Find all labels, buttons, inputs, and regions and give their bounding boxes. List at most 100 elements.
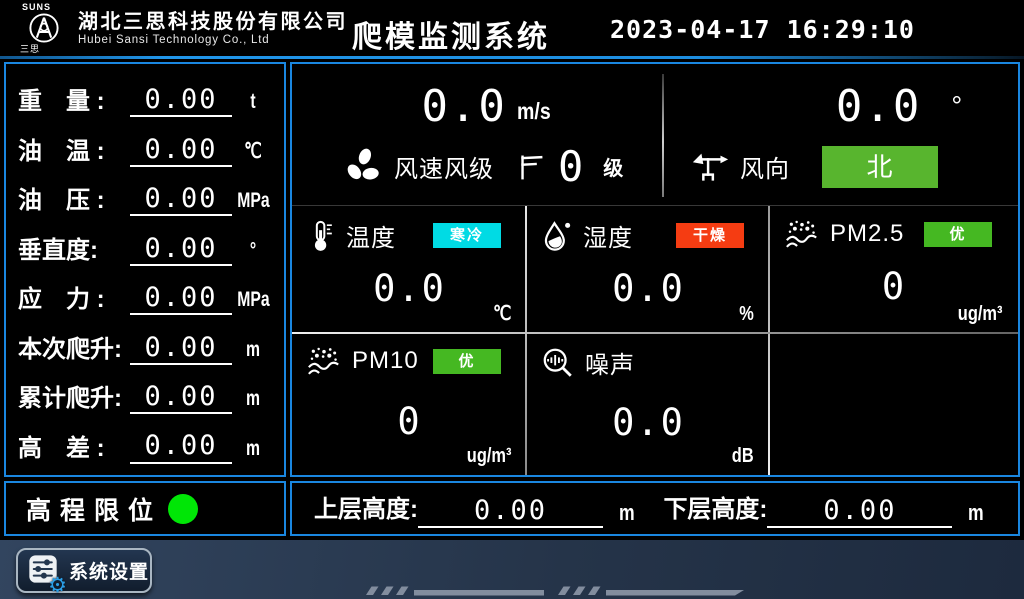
- metric-label: 高 差 :: [18, 434, 130, 464]
- sensor-grid: 温度 寒冷 0.0 ℃ 湿度 干燥 0.0 %: [292, 205, 1018, 475]
- thermometer-icon: [306, 219, 336, 253]
- sensor-label: 湿度: [583, 218, 633, 253]
- sensor-cell-pm10: PM10 优 0 ug/m³: [292, 333, 527, 475]
- sensor-value: 0.0: [541, 253, 756, 327]
- wind-direction-value: 0.0: [836, 86, 921, 128]
- noise-icon: [541, 346, 575, 380]
- metric-unit: m: [237, 338, 269, 362]
- metric-label: 重 量 :: [18, 87, 130, 117]
- sensor-label: PM2.5: [830, 220, 904, 248]
- lower-height-unit: m: [968, 500, 984, 526]
- metric-label: 本次爬升:: [18, 335, 130, 365]
- sensor-cell-pm25: PM2.5 优 0 ug/m³: [770, 206, 1018, 333]
- wind-direction-badge: 北: [822, 146, 938, 188]
- sensor-cell-temperature: 温度 寒冷 0.0 ℃: [292, 206, 527, 333]
- header-divider: [0, 56, 1024, 59]
- company-name-block: 湖北三思科技股份有限公司 Hubei Sansi Technology Co.,…: [78, 11, 348, 46]
- settings-button[interactable]: ⚙ 系统设置: [16, 548, 152, 593]
- app-header: SUNS 三思 湖北三思科技股份有限公司 Hubei Sansi Technol…: [0, 0, 1024, 56]
- sensor-status-badge: 干燥: [676, 223, 744, 248]
- grid-divider-vertical: [768, 206, 770, 475]
- metric-row-stress: 应 力 : 0.00 MPa: [18, 271, 274, 315]
- metric-value: 0.00: [130, 282, 232, 315]
- metrics-panel: 重 量 : 0.00 t 油 温 : 0.00 ℃ 油 压 : 0.00 MPa…: [4, 62, 286, 477]
- sensor-unit: dB: [732, 445, 754, 468]
- metric-value: 0.00: [130, 430, 232, 463]
- grid-divider-vertical: [525, 206, 527, 475]
- sensor-status-badge: 寒冷: [433, 223, 501, 248]
- lower-height-label: 下层高度:: [663, 489, 767, 524]
- wind-direction-block: 0.0 ° 风向 北: [664, 64, 1018, 205]
- logo-suns-text: SUNS: [22, 2, 51, 12]
- particles-icon: [306, 345, 342, 377]
- metric-row-current-climb: 本次爬升: 0.00 m: [18, 321, 274, 365]
- metric-label: 油 压 :: [18, 186, 130, 216]
- metric-row-oil-temp: 油 温 : 0.00 ℃: [18, 123, 274, 167]
- sensor-label: 噪声: [585, 345, 635, 380]
- sensor-value: 0.0: [541, 380, 756, 469]
- sensor-unit: %: [739, 303, 754, 326]
- settings-sliders-icon: ⚙: [26, 554, 60, 588]
- sensor-status-badge: 优: [924, 222, 992, 247]
- metric-value: 0.00: [130, 84, 232, 117]
- sensor-label: 温度: [346, 218, 396, 253]
- wind-level-label: 风速风级: [394, 149, 494, 184]
- page-title: 爬模监测系统: [352, 12, 550, 56]
- lower-height-item: 下层高度: 0.00 m: [663, 489, 988, 528]
- sensor-unit: ug/m³: [957, 303, 1002, 326]
- metric-value: 0.00: [130, 332, 232, 365]
- metric-unit: m: [237, 437, 269, 461]
- humidity-icon: [541, 219, 573, 253]
- wind-flag-icon: [516, 152, 544, 182]
- lower-height-value: 0.00: [767, 496, 952, 528]
- wind-vane-icon: [690, 150, 730, 184]
- metric-value: 0.00: [130, 233, 232, 266]
- footer-decoration: [352, 584, 752, 596]
- wind-direction-label: 风向: [740, 149, 790, 184]
- company-name-en: Hubei Sansi Technology Co., Ltd: [78, 34, 348, 46]
- logo-sansi-text: 三思: [20, 42, 40, 55]
- metric-unit: MPa: [237, 189, 269, 213]
- wind-speed-block: 0.0 m/s 风速风级: [292, 64, 662, 205]
- wind-level-unit: 级: [603, 152, 623, 181]
- metric-label: 应 力 :: [18, 285, 130, 315]
- wind-speed-value: 0.0: [421, 86, 506, 128]
- sensor-cell-empty: [770, 333, 1018, 475]
- footer-bar: ⚙ 系统设置: [0, 540, 1024, 599]
- elevation-limit-label: 高程限位: [26, 491, 162, 527]
- upper-height-item: 上层高度: 0.00 m: [314, 489, 639, 528]
- sensor-unit: ug/m³: [466, 445, 511, 468]
- climbing-formwork-monitor-screen: SUNS 三思 湖北三思科技股份有限公司 Hubei Sansi Technol…: [0, 0, 1024, 599]
- datetime-display: 2023-04-17 16:29:10: [610, 15, 915, 44]
- metric-row-oil-pressure: 油 压 : 0.00 MPa: [18, 172, 274, 216]
- upper-height-label: 上层高度:: [314, 489, 418, 524]
- metric-unit: ℃: [237, 139, 269, 164]
- sensor-value: 0.0: [306, 253, 513, 327]
- upper-height-value: 0.00: [418, 496, 603, 528]
- metric-unit: °: [237, 239, 269, 263]
- metric-label: 垂直度:: [18, 236, 130, 266]
- metric-value: 0.00: [130, 183, 232, 216]
- sensor-cell-noise: 噪声 0.0 dB: [527, 333, 770, 475]
- settings-button-label: 系统设置: [69, 557, 149, 584]
- metric-label: 油 温 :: [18, 137, 130, 167]
- sensor-status-badge: 优: [433, 349, 501, 374]
- company-logo: SUNS 三思: [12, 2, 76, 55]
- sensor-unit: ℃: [493, 301, 511, 326]
- particles-icon: [784, 218, 820, 250]
- metric-label: 累计爬升:: [18, 384, 130, 414]
- sensor-cell-humidity: 湿度 干燥 0.0 %: [527, 206, 770, 333]
- metric-unit: m: [237, 387, 269, 411]
- environment-panel: 0.0 m/s 风速风级: [290, 62, 1020, 477]
- wind-speed-unit: m/s: [517, 98, 551, 125]
- status-indicator: [168, 494, 198, 524]
- metric-row-verticality: 垂直度: 0.00 °: [18, 222, 274, 266]
- grid-divider-horizontal: [292, 332, 1018, 334]
- wind-section: 0.0 m/s 风速风级: [292, 64, 1018, 205]
- metric-value: 0.00: [130, 381, 232, 414]
- company-name-cn: 湖北三思科技股份有限公司: [78, 11, 348, 34]
- elevation-limit-panel: 高程限位: [4, 481, 286, 536]
- upper-height-unit: m: [619, 500, 635, 526]
- metric-unit: t: [237, 90, 269, 114]
- metric-row-height-diff: 高 差 : 0.00 m: [18, 420, 274, 464]
